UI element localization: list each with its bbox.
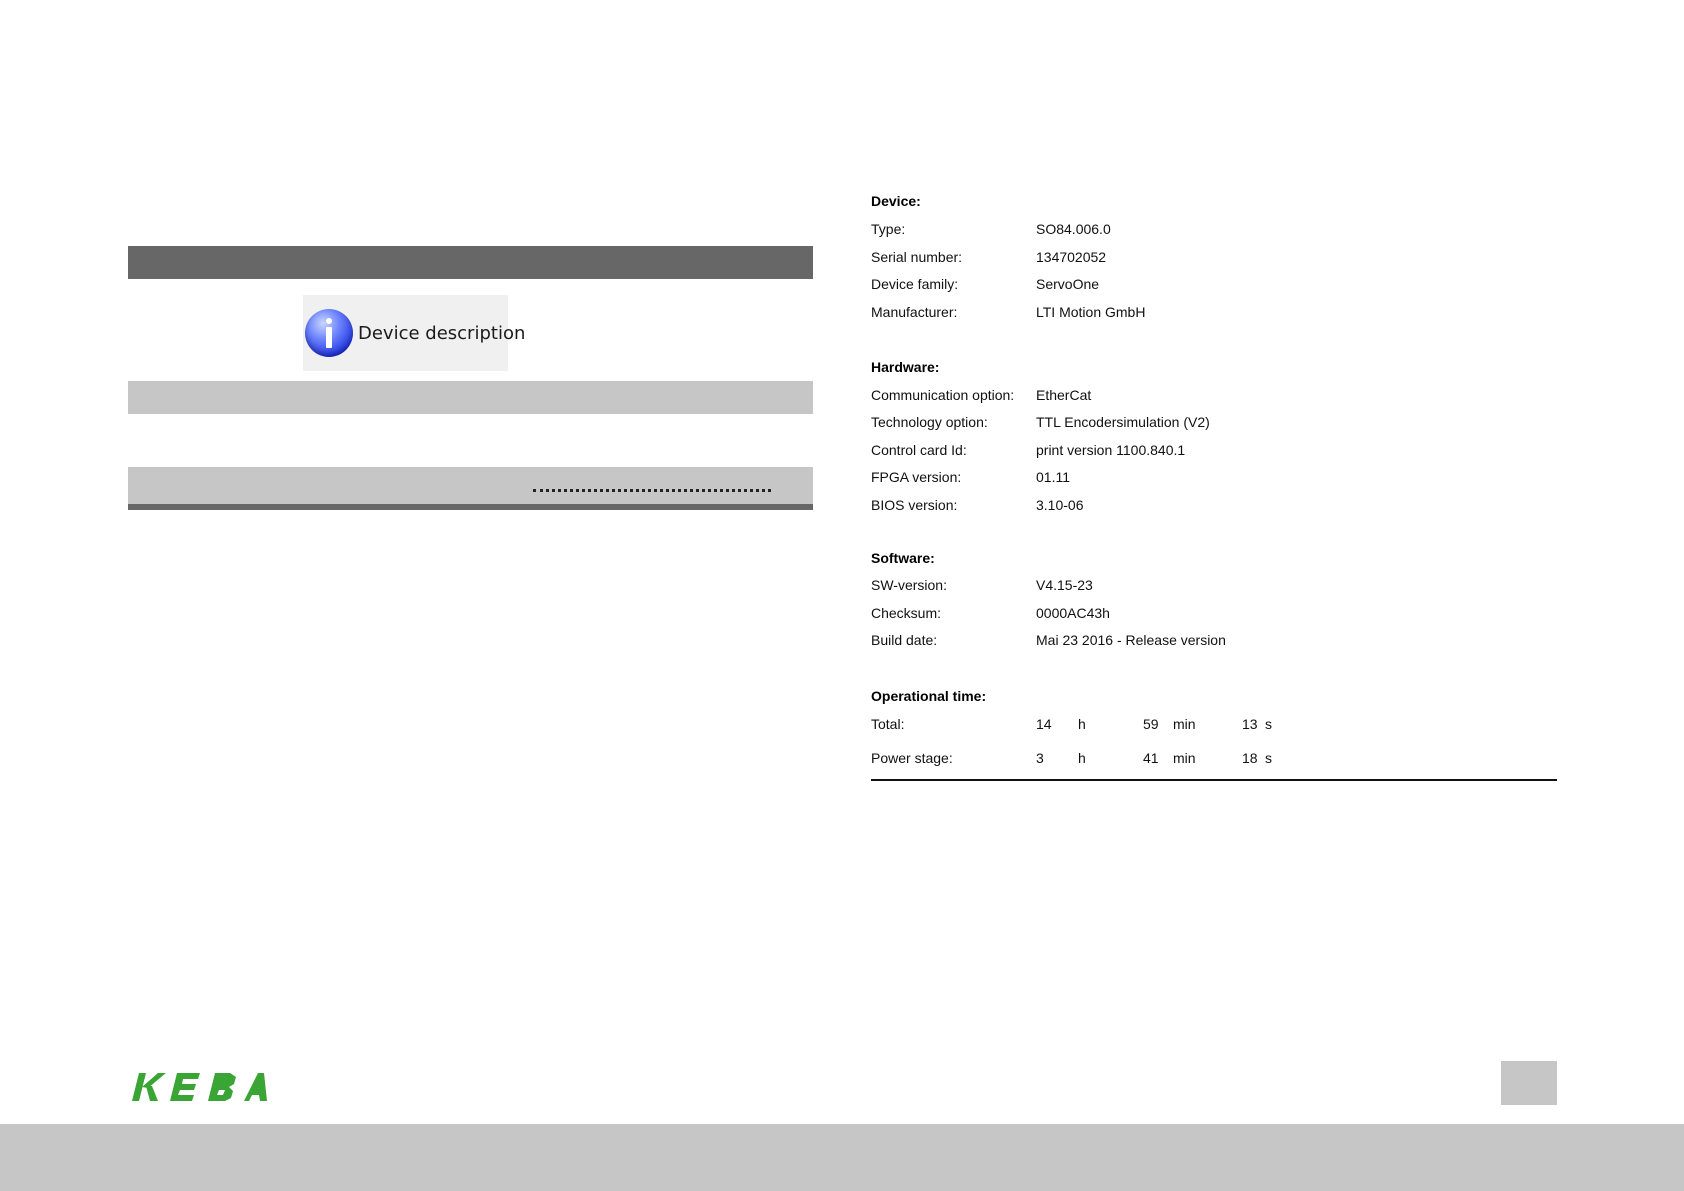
hardware-section-title: Hardware: <box>871 359 940 375</box>
device-family-value: ServoOne <box>1036 276 1100 292</box>
section-header-bar <box>128 246 813 279</box>
bios-version-value: 3.10-06 <box>1036 497 1084 513</box>
power-stage-label: Power stage: <box>871 750 953 766</box>
total-hours-value: 14 <box>1036 716 1052 732</box>
info-icon <box>305 309 353 357</box>
fpga-version-label: FPGA version: <box>871 469 962 485</box>
communication-option-value: EtherCat <box>1036 387 1092 403</box>
power-stage-minutes-unit: min <box>1173 750 1196 766</box>
manufacturer-value: LTI Motion GmbH <box>1036 304 1146 320</box>
technology-option-value: TTL Encodersimulation (V2) <box>1036 414 1210 430</box>
operational-time-section-title: Operational time: <box>871 688 987 704</box>
device-description-button[interactable]: Device description <box>303 295 525 371</box>
technology-option-label: Technology option: <box>871 414 988 430</box>
footer-band <box>0 1124 1684 1191</box>
sw-version-label: SW-version: <box>871 577 947 593</box>
power-stage-hours-unit: h <box>1078 750 1086 766</box>
manufacturer-label: Manufacturer: <box>871 304 958 320</box>
page-number-box <box>1501 1061 1557 1105</box>
bios-version-label: BIOS version: <box>871 497 958 513</box>
serial-number-value: 134702052 <box>1036 249 1107 265</box>
dotted-leader <box>533 489 771 492</box>
build-date-label: Build date: <box>871 632 938 648</box>
build-date-value: Mai 23 2016 - Release version <box>1036 632 1226 648</box>
table-footer-bar <box>128 467 813 505</box>
total-minutes-unit: min <box>1173 716 1196 732</box>
device-family-label: Device family: <box>871 276 959 292</box>
software-section-title: Software: <box>871 550 935 566</box>
table-bottom-rule <box>128 504 813 510</box>
total-hours-unit: h <box>1078 716 1086 732</box>
total-seconds-value: 13 <box>1242 716 1258 732</box>
type-value: SO84.006.0 <box>1036 221 1111 237</box>
fpga-version-value: 01.11 <box>1036 469 1070 485</box>
total-time-label: Total: <box>871 716 905 732</box>
device-section-title: Device: <box>871 193 921 209</box>
sw-version-value: V4.15-23 <box>1036 577 1093 593</box>
panel-bottom-rule <box>871 779 1557 781</box>
power-stage-minutes-value: 41 <box>1143 750 1159 766</box>
power-stage-seconds-unit: s <box>1265 750 1272 766</box>
power-stage-hours-value: 3 <box>1036 750 1044 766</box>
checksum-value: 0000AC43h <box>1036 605 1110 621</box>
total-seconds-unit: s <box>1265 716 1272 732</box>
table-row-bar <box>128 381 813 414</box>
control-card-id-value: print version 1100.840.1 <box>1036 442 1186 458</box>
total-minutes-value: 59 <box>1143 716 1159 732</box>
checksum-label: Checksum: <box>871 605 942 621</box>
device-description-label: Device description <box>358 322 526 344</box>
power-stage-seconds-value: 18 <box>1242 750 1258 766</box>
type-label: Type: <box>871 221 906 237</box>
keba-logo <box>132 1073 267 1101</box>
serial-number-label: Serial number: <box>871 249 963 265</box>
control-card-id-label: Control card Id: <box>871 442 967 458</box>
communication-option-label: Communication option: <box>871 387 1015 403</box>
